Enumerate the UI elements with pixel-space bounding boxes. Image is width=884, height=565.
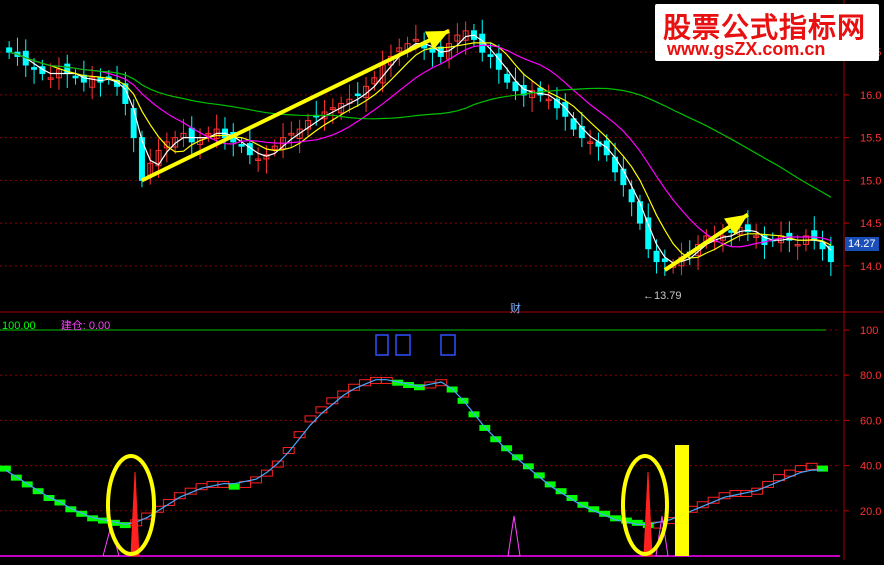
- price-tick-label: 15.0: [860, 175, 881, 187]
- price-tick-label: 14.0: [860, 261, 881, 273]
- indicator-tick-label: 20.0: [860, 506, 881, 518]
- watermark-url: www.gsZX.com.cn: [667, 39, 826, 59]
- candle-body: [504, 73, 511, 83]
- indicator-step: [805, 462, 818, 470]
- highlight-ellipse: [106, 454, 156, 556]
- low-price-label: ←13.79: [643, 290, 682, 302]
- low-price-value: 13.79: [654, 290, 682, 302]
- trend-arrow-up-shaft: [141, 29, 450, 183]
- candle-body: [661, 258, 668, 263]
- indicator-step: [293, 431, 306, 439]
- candle-body: [487, 54, 494, 57]
- indicator-step: [369, 376, 382, 384]
- indicator-tick-label: 60.0: [860, 415, 881, 427]
- candle-body: [6, 47, 13, 53]
- candle-body: [130, 108, 137, 139]
- indicator-step: [43, 494, 55, 501]
- indicator-tick-label: 80.0: [860, 370, 881, 382]
- price-tick-label: 16.0: [860, 90, 881, 102]
- candle-body: [354, 93, 361, 97]
- watermark-logo: 股票公式指标网 www.gsZX.com.cn: [655, 4, 879, 61]
- event-flag: 财: [510, 303, 521, 315]
- candle-body: [628, 189, 635, 203]
- candle-body: [238, 143, 245, 147]
- candle-body: [645, 217, 652, 250]
- signal-line: [5, 379, 823, 526]
- candle-body: [188, 127, 195, 143]
- last-price-tag: 14.27: [845, 237, 879, 251]
- top-marker: [395, 334, 411, 356]
- candle-body: [811, 230, 818, 241]
- price-tick-label: 14.5: [860, 218, 881, 230]
- trend-arrow-rebound-head: [724, 214, 748, 236]
- yellow-volume-bar: [675, 445, 689, 556]
- chart-canvas: 16.516.015.515.014.514.010080.060.040.02…: [0, 0, 884, 560]
- ma-short-line: [9, 34, 832, 264]
- indicator-tick-label: 40.0: [860, 461, 881, 473]
- buy-signal-spike: [507, 515, 521, 557]
- legend-value-a: 100.00: [2, 320, 36, 332]
- price-tick-label: 15.5: [860, 133, 881, 145]
- ma-long-line: [9, 44, 832, 248]
- candle-body: [72, 75, 79, 79]
- candle-body: [512, 81, 519, 92]
- candle-body: [653, 250, 660, 263]
- entry-signal-spike: [643, 471, 653, 557]
- indicator-step: [65, 506, 77, 513]
- stock-chart: 16.516.015.515.014.514.010080.060.040.02…: [0, 0, 884, 560]
- indicator-tick-label: 100: [860, 325, 878, 337]
- candle-body: [636, 201, 643, 224]
- indicator-step: [794, 465, 807, 473]
- candle-body: [31, 67, 38, 70]
- indicator-legend: 100.00 建仓: 0.00: [2, 317, 110, 333]
- entry-signal-spike: [130, 471, 140, 557]
- top-marker: [375, 334, 389, 356]
- indicator-step: [228, 483, 240, 490]
- legend-value-b: 建仓: 0.00: [60, 320, 111, 332]
- top-marker: [440, 334, 456, 356]
